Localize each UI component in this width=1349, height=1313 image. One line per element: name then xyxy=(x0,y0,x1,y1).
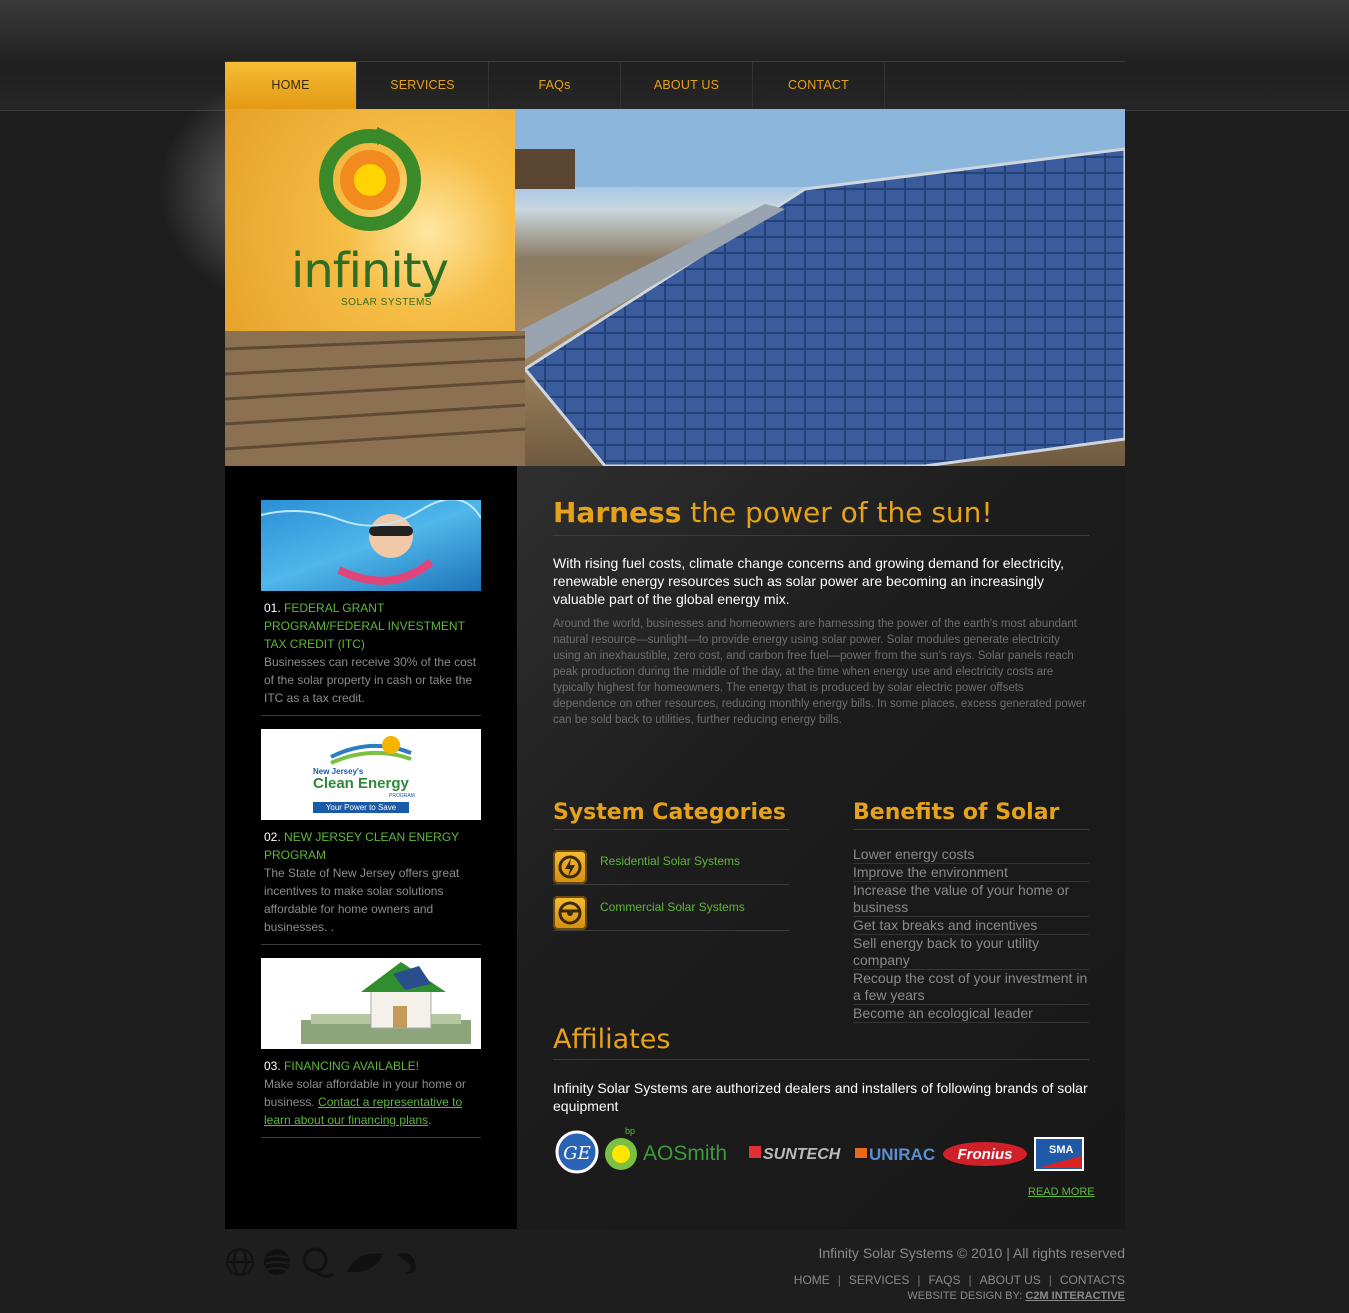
divider xyxy=(261,715,481,716)
bp-logo-text: bp xyxy=(625,1126,635,1136)
suntech-logo-text: SUNTECH xyxy=(763,1146,841,1163)
promo-title[interactable]: FINANCING AVAILABLE! xyxy=(284,1059,419,1073)
promo-item: 01. FEDERAL GRANT PROGRAM/FEDERAL INVEST… xyxy=(261,500,481,716)
benefits-heading: Benefits of Solar xyxy=(853,800,1089,830)
benefit-item: Increase the value of your home or busin… xyxy=(853,882,1089,917)
bp-logo: bp xyxy=(605,1126,637,1170)
promo-text: 01. FEDERAL GRANT PROGRAM/FEDERAL INVEST… xyxy=(264,599,484,707)
main-content: Harness the power of the sun! With risin… xyxy=(517,466,1125,1229)
commercial-steering-icon xyxy=(553,896,587,930)
footer-nav-faqs[interactable]: FAQS xyxy=(929,1273,961,1287)
nav-faqs[interactable]: FAQs xyxy=(489,62,621,109)
clean-energy-line2: Clean Energy xyxy=(313,775,409,792)
leaf-icon xyxy=(347,1253,383,1273)
fronius-logo-text: Fronius xyxy=(958,1146,1013,1163)
promo-number: 02. xyxy=(264,830,281,844)
promo-title[interactable]: FEDERAL GRANT PROGRAM/FEDERAL INVESTMENT… xyxy=(264,601,465,651)
ge-logo: GE xyxy=(555,1130,599,1174)
promo-number: 03. xyxy=(264,1059,281,1073)
footer-nav-services[interactable]: SERVICES xyxy=(849,1273,909,1287)
promo-item: New Jersey's Clean Energy PROGRAM Your P… xyxy=(261,729,481,945)
sphere-icon xyxy=(264,1249,290,1275)
copyright: Infinity Solar Systems © 2010 | All righ… xyxy=(818,1245,1125,1261)
affiliates-text: Infinity Solar Systems are authorized de… xyxy=(553,1080,1088,1114)
footer-icons xyxy=(225,1244,435,1280)
aosmith-logo: AOSmith xyxy=(643,1142,727,1165)
house-money-photo xyxy=(261,958,481,1049)
aosmith-logo-text: AOSmith xyxy=(643,1142,727,1165)
body-paragraph: Around the world, businesses and homeown… xyxy=(553,618,1087,726)
residential-power-icon xyxy=(553,850,587,884)
sidebar: 01. FEDERAL GRANT PROGRAM/FEDERAL INVEST… xyxy=(225,466,517,1229)
unirac-logo-text: UNIRAC xyxy=(869,1145,935,1164)
suntech-logo: SUNTECH xyxy=(749,1146,841,1163)
benefit-item: Get tax breaks and incentives xyxy=(853,917,1089,935)
divider xyxy=(261,1137,481,1138)
clean-energy-tagline: Your Power to Save xyxy=(313,802,409,813)
read-more-link[interactable]: READ MORE xyxy=(1028,1186,1095,1198)
heading-light: the power of the sun! xyxy=(681,496,993,529)
swimmer-graphic xyxy=(261,500,481,585)
clean-energy-logo: New Jersey's Clean Energy PROGRAM Your P… xyxy=(261,729,481,820)
nav-home[interactable]: HOME xyxy=(225,62,357,109)
benefit-item: Become an ecological leader xyxy=(853,1005,1089,1023)
nav-contact[interactable]: CONTACT xyxy=(753,62,885,109)
divider xyxy=(261,944,481,945)
promo-title[interactable]: NEW JERSEY CLEAN ENERGY PROGRAM xyxy=(264,830,459,862)
benefit-item: Lower energy costs xyxy=(853,846,1089,864)
logo-wordmark: infinity xyxy=(291,243,449,299)
hero-banner: infinity SOLAR SYSTEMS xyxy=(225,109,1125,466)
main-nav: HOME SERVICES FAQs ABOUT US CONTACT xyxy=(225,61,1125,110)
fronius-logo: Fronius xyxy=(943,1142,1027,1166)
promo-description: The State of New Jersey offers great inc… xyxy=(264,866,460,934)
swimmer-photo xyxy=(261,500,481,591)
benefits-list: Lower energy costs Improve the environme… xyxy=(853,846,1089,1023)
promo-text: 03. FINANCING AVAILABLE! Make solar affo… xyxy=(264,1057,484,1129)
logo-subtitle: SOLAR SYSTEMS xyxy=(341,297,432,308)
company-logo[interactable]: infinity SOLAR SYSTEMS xyxy=(225,109,515,331)
nav-about-us[interactable]: ABOUT US xyxy=(621,62,753,109)
credit-link[interactable]: C2M INTERACTIVE xyxy=(1025,1290,1125,1302)
affiliates-heading: Affiliates xyxy=(553,1024,1089,1060)
credit-label: WEBSITE DESIGN BY: xyxy=(907,1290,1026,1302)
lead-paragraph: With rising fuel costs, climate change c… xyxy=(553,555,1064,607)
footer-nav-about-us[interactable]: ABOUT US xyxy=(980,1273,1041,1287)
promo-item: 03. FINANCING AVAILABLE! Make solar affo… xyxy=(261,958,481,1138)
footer-nav-contacts[interactable]: CONTACTS xyxy=(1060,1273,1125,1287)
design-credit: WEBSITE DESIGN BY: C2M INTERACTIVE xyxy=(907,1290,1125,1302)
sun-recycle-icon xyxy=(319,127,421,231)
category-label[interactable]: Residential Solar Systems xyxy=(600,854,740,868)
promo-description-end: . xyxy=(428,1113,432,1127)
categories-heading: System Categories xyxy=(553,800,789,830)
category-item-residential[interactable]: Residential Solar Systems xyxy=(553,846,789,885)
promo-number: 01. xyxy=(264,601,281,615)
page-heading: Harness the power of the sun! xyxy=(553,496,1089,536)
swirl-icon xyxy=(397,1253,416,1274)
promo-description: Businesses can receive 30% of the cost o… xyxy=(264,655,477,705)
globe-icon xyxy=(226,1248,254,1276)
affiliate-logos: GE bp AOSmith SUNTECH UNIRAC Fronius SMA xyxy=(553,1126,1089,1176)
sma-logo: SMA xyxy=(1034,1137,1084,1171)
unirac-logo: UNIRAC xyxy=(855,1145,935,1164)
category-label[interactable]: Commercial Solar Systems xyxy=(600,900,745,914)
house-on-money-graphic xyxy=(301,962,471,1044)
benefit-item: Improve the environment xyxy=(853,864,1089,882)
footer-nav-home[interactable]: HOME xyxy=(794,1273,830,1287)
benefit-item: Recoup the cost of your investment in a … xyxy=(853,970,1089,1005)
category-item-commercial[interactable]: Commercial Solar Systems xyxy=(553,892,789,931)
clean-energy-line3: PROGRAM xyxy=(389,793,415,799)
headset-icon xyxy=(302,1247,334,1278)
nav-services[interactable]: SERVICES xyxy=(357,62,489,109)
ge-logo-text: GE xyxy=(563,1143,591,1164)
sma-logo-text: SMA xyxy=(1049,1144,1074,1156)
promo-text: 02. NEW JERSEY CLEAN ENERGY PROGRAM The … xyxy=(264,828,484,936)
benefit-item: Sell energy back to your utility company xyxy=(853,935,1089,970)
heading-bold: Harness xyxy=(553,496,682,529)
footer-nav: HOME | SERVICES | FAQS | ABOUT US | CONTACTS xyxy=(793,1273,1125,1287)
